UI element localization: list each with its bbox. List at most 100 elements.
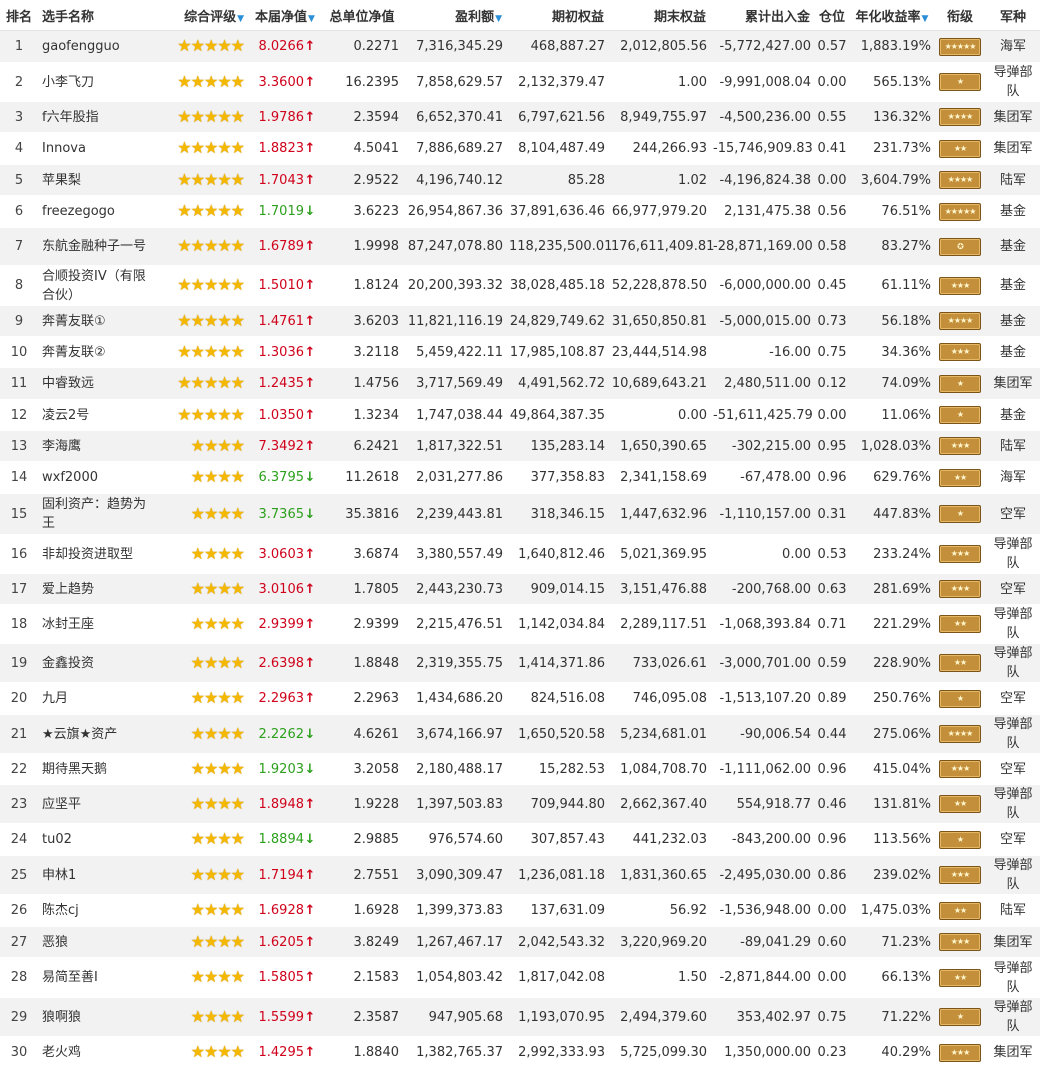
rank-cell: 16 [0, 534, 38, 574]
init-equity-value: 15,282.53 [506, 753, 608, 785]
player-name-link[interactable]: 李海鹰 [38, 430, 150, 462]
player-name-link[interactable]: 冰封王座 [38, 604, 150, 644]
net-value-text: 6.3795 [258, 470, 305, 485]
player-name-link[interactable]: ★云旗★资产 [38, 714, 150, 754]
cash-flow-value: -843,200.00 [710, 823, 814, 856]
annual-return-value: 250.76% [850, 682, 934, 715]
star-icon: ★ [190, 688, 205, 707]
net-value-text: 1.9786 [258, 109, 305, 125]
player-name-link[interactable]: 申林1 [38, 855, 150, 895]
header-rating[interactable]: 综合评级▼ [150, 0, 248, 31]
table-row[interactable]: 17 爱上趋势 ★★★★ 3.0106↑ 1.7805 2,443,230.73 909,0… [0, 573, 1040, 605]
player-name-link[interactable]: 小李飞刀 [38, 62, 150, 102]
end-equity-value: 3,151,476.88 [608, 573, 710, 605]
player-name-link[interactable]: 东航金融种子一号 [38, 227, 150, 266]
player-name-link[interactable]: Innova [38, 132, 150, 165]
table-row[interactable]: 7 东航金融种子一号 ★★★★★ 1.6789↑ 1.9998 87,247,078.80… [0, 227, 1040, 266]
table-row[interactable]: 3 f六年股指 ★★★★★ 1.9786↑ 2.3594 6,652,370.41 6,79… [0, 101, 1040, 133]
header-annual[interactable]: 年化收益率▼ [850, 0, 934, 31]
player-name-link[interactable]: 非却投资进取型 [38, 534, 150, 574]
player-name-link[interactable]: f六年股指 [38, 101, 150, 133]
table-row[interactable]: 5 苹果梨 ★★★★★ 1.7043↑ 2.9522 4,196,740.12 85.28 1… [0, 164, 1040, 196]
player-name-link[interactable]: 易简至善I [38, 957, 150, 998]
annual-return-value: 228.90% [850, 643, 934, 683]
table-row[interactable]: 21 ★云旗★资产 ★★★★ 2.2262↓ 4.6261 3,674,166.97 1,6… [0, 714, 1040, 754]
net-value: 1.4761↑ [248, 305, 322, 337]
player-name-link[interactable]: 恶狼 [38, 926, 150, 958]
table-row[interactable]: 29 狼啊狼 ★★★★ 1.5599↑ 2.3587 947,905.68 1,193,07… [0, 997, 1040, 1037]
position-value: 0.96 [814, 461, 850, 494]
star-icon: ★ [190, 829, 205, 848]
table-row[interactable]: 18 冰封王座 ★★★★ 2.9399↑ 2.9399 2,215,476.51 1,142… [0, 604, 1040, 644]
net-value: 1.7019↓ [248, 195, 322, 228]
player-name-link[interactable]: 金鑫投资 [38, 643, 150, 683]
header-profit[interactable]: 盈利额▼ [402, 0, 506, 31]
grade-badge: ★★ [934, 461, 986, 494]
table-row[interactable]: 1 gaofengguo ★★★★★ 8.0266↑ 0.2271 7,316,345.2… [0, 30, 1040, 63]
table-row[interactable]: 4 Innova ★★★★★ 1.8823↑ 4.5041 7,886,689.27 8,1… [0, 132, 1040, 165]
header-net[interactable]: 本届净值▼ [248, 0, 322, 31]
badge-stars: ★★★ [950, 441, 971, 450]
table-row[interactable]: 30 老火鸡 ★★★★ 1.4295↑ 1.8840 1,382,765.37 2,992,… [0, 1036, 1040, 1069]
table-row[interactable]: 6 freezegogo ★★★★★ 1.7019↓ 3.6223 26,954,867.… [0, 195, 1040, 228]
rating-stars: ★★★★★ [150, 101, 248, 133]
header-rating-label: 综合评级 [184, 9, 237, 25]
net-value: 1.0350↑ [248, 399, 322, 431]
header-net-label: 本届净值 [255, 9, 308, 25]
table-row[interactable]: 25 申林1 ★★★★ 1.7194↑ 2.7551 3,090,309.47 1,236,… [0, 855, 1040, 895]
player-name-link[interactable]: 凌云2号 [38, 399, 150, 431]
cash-flow-value: -5,000,015.00 [710, 305, 814, 337]
table-row[interactable]: 26 陈杰cj ★★★★ 1.6928↑ 1.6928 1,399,373.83 137,6… [0, 894, 1040, 927]
star-icon: ★ [217, 503, 231, 523]
player-name-link[interactable]: 固利资产：趋势为王 [38, 493, 150, 535]
table-row[interactable]: 20 九月 ★★★★ 2.2963↑ 2.2963 1,434,686.20 824,516… [0, 682, 1040, 715]
annual-return-value: 71.23% [850, 926, 934, 958]
table-row[interactable]: 16 非却投资进取型 ★★★★ 3.0603↑ 3.6874 3,380,557.49 1,… [0, 534, 1040, 574]
rank-badge-icon: ★★★★ [939, 171, 981, 189]
table-row[interactable]: 14 wxf2000 ★★★★ 6.3795↓ 11.2618 2,031,277.86 3… [0, 461, 1040, 494]
player-name-link[interactable]: 奔菁友联① [38, 305, 150, 337]
table-row[interactable]: 28 易简至善I ★★★★ 1.5805↑ 2.1583 1,054,803.42 1,81… [0, 957, 1040, 998]
table-row[interactable]: 8 合顺投资IV（有限合伙） ★★★★★ 1.5010↑ 1.8124 20,200,39… [0, 265, 1040, 306]
player-name-link[interactable]: freezegogo [38, 195, 150, 228]
player-name-link[interactable]: wxf2000 [38, 461, 150, 494]
net-value-text: 2.9399 [258, 616, 305, 632]
profit-value: 3,380,557.49 [402, 534, 506, 574]
player-name-link[interactable]: 老火鸡 [38, 1036, 150, 1069]
star-icon: ★ [190, 169, 205, 189]
table-row[interactable]: 15 固利资产：趋势为王 ★★★★ 3.7365↓ 35.3816 2,239,443.8… [0, 493, 1040, 535]
star-icon: ★ [203, 758, 218, 778]
table-row[interactable]: 10 奔菁友联② ★★★★★ 1.3036↑ 3.2118 5,459,422.11 17,… [0, 336, 1040, 368]
star-icon: ★ [203, 1042, 218, 1061]
badge-stars: ★★★ [950, 1047, 971, 1057]
player-name-link[interactable]: 陈杰cj [38, 894, 150, 927]
player-name-link[interactable]: 苹果梨 [38, 164, 150, 196]
table-row[interactable]: 11 中睿致远 ★★★★★ 1.2435↑ 1.4756 3,717,569.49 4,49… [0, 367, 1040, 400]
player-name-link[interactable]: 期待黑天鹅 [38, 753, 150, 785]
table-row[interactable]: 24 tu02 ★★★★ 1.8894↓ 2.9885 976,574.60 307,857… [0, 823, 1040, 856]
player-name-link[interactable]: 合顺投资IV（有限合伙） [38, 265, 150, 306]
end-equity-value: 2,341,158.69 [608, 461, 710, 494]
rating-stars: ★★★★ [150, 855, 248, 895]
table-row[interactable]: 19 金鑫投资 ★★★★ 2.6398↑ 1.8848 2,319,355.75 1,414… [0, 643, 1040, 683]
table-row[interactable]: 12 凌云2号 ★★★★★ 1.0350↑ 1.3234 1,747,038.44 49,8… [0, 399, 1040, 431]
table-row[interactable]: 22 期待黑天鹅 ★★★★ 1.9203↓ 3.2058 2,180,488.17 15,2… [0, 753, 1040, 785]
player-name-link[interactable]: 中睿致远 [38, 367, 150, 400]
table-row[interactable]: 9 奔菁友联① ★★★★★ 1.4761↑ 3.6203 11,821,116.19 24,… [0, 305, 1040, 337]
player-name-link[interactable]: 奔菁友联② [38, 336, 150, 368]
player-name-link[interactable]: 爱上趋势 [38, 573, 150, 605]
player-name-link[interactable]: 应坚平 [38, 784, 150, 824]
table-row[interactable]: 27 恶狼 ★★★★ 1.6205↑ 3.8249 1,267,467.17 2,042,5… [0, 926, 1040, 958]
table-row[interactable]: 23 应坚平 ★★★★ 1.8948↑ 1.9228 1,397,503.83 709,94… [0, 784, 1040, 824]
init-equity-value: 377,358.83 [506, 461, 608, 494]
player-name-link[interactable]: tu02 [38, 823, 150, 856]
player-name-link[interactable]: gaofengguo [38, 30, 150, 63]
player-name-link[interactable]: 狼啊狼 [38, 997, 150, 1037]
cash-flow-value: -16.00 [710, 336, 814, 368]
position-value: 0.73 [814, 305, 850, 337]
star-icon: ★ [217, 1042, 231, 1061]
table-row[interactable]: 2 小李飞刀 ★★★★★ 3.3600↑ 16.2395 7,858,629.57 2,13… [0, 62, 1040, 102]
player-name-link[interactable]: 九月 [38, 682, 150, 715]
table-row[interactable]: 13 李海鹰 ★★★★ 7.3492↑ 6.2421 1,817,322.51 135,28… [0, 430, 1040, 462]
star-icon: ★ [177, 138, 191, 157]
